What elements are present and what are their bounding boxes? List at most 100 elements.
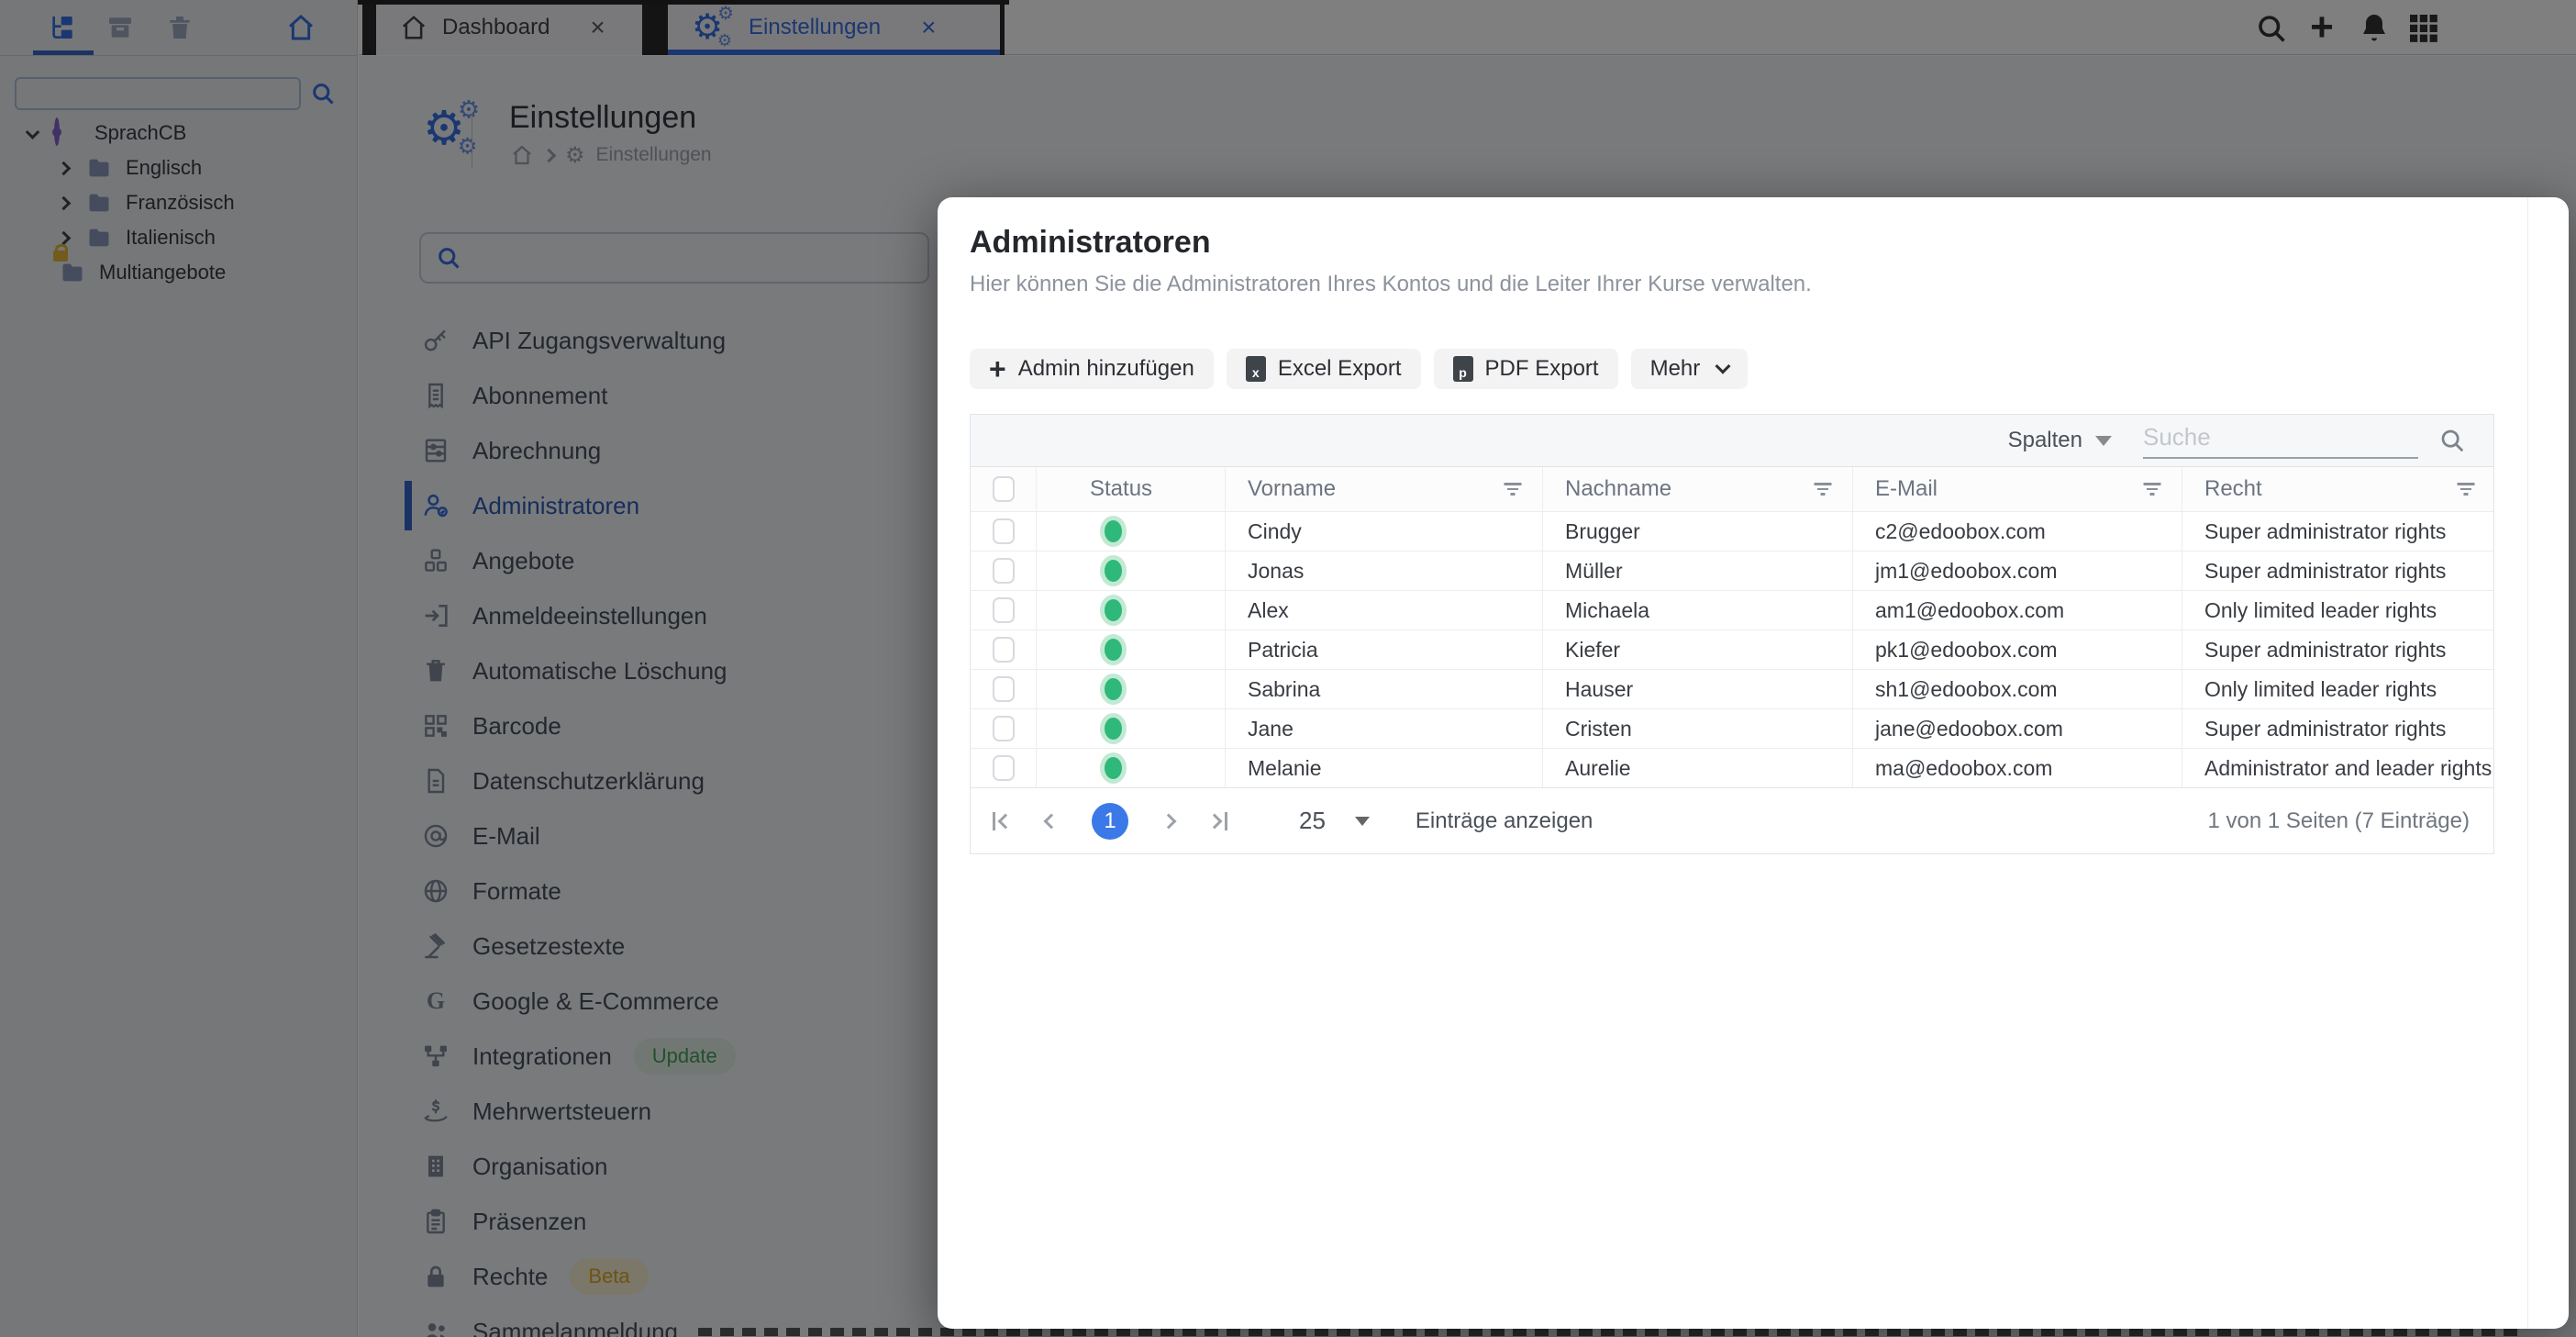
status-active-dot <box>1105 757 1122 779</box>
select-all-cell <box>971 467 1036 511</box>
row-select-cell <box>971 749 1036 787</box>
vorname-cell: Alex <box>1225 591 1542 630</box>
status-active-dot <box>1105 560 1122 582</box>
drawer-content: Administratoren Hier können Sie die Admi… <box>970 225 2494 854</box>
row-checkbox[interactable] <box>993 716 1015 741</box>
administrators-drawer: Administratoren Hier können Sie die Admi… <box>938 197 2569 1329</box>
status-cell <box>1036 670 1225 708</box>
filter-icon[interactable] <box>1504 483 1522 496</box>
email-cell: jane@edoobox.com <box>1852 709 2182 748</box>
recht-cell: Only limited leader rights <box>2182 670 2495 708</box>
status-cell <box>1036 591 1225 630</box>
first-page-button[interactable] <box>993 812 1011 830</box>
email-cell: sh1@edoobox.com <box>1852 670 2182 708</box>
filter-icon[interactable] <box>2143 483 2161 496</box>
pdf-file-icon: p <box>1453 356 1473 382</box>
current-page-button[interactable]: 1 <box>1092 803 1128 840</box>
screen: Dashboard × ⚙⚙⚙ Einstellungen × + <box>0 0 2576 1337</box>
row-select-cell <box>971 709 1036 748</box>
status-cell <box>1036 709 1225 748</box>
columns-chooser[interactable]: Spalten <box>2008 428 2112 453</box>
email-cell: jm1@edoobox.com <box>1852 552 2182 590</box>
search-icon[interactable] <box>2438 427 2466 454</box>
last-page-button[interactable] <box>1209 812 1227 830</box>
email-cell: am1@edoobox.com <box>1852 591 2182 630</box>
drawer-scrollbar-track[interactable] <box>2527 197 2528 1329</box>
drawer-subtitle: Hier können Sie die Administratoren Ihre… <box>970 272 2494 297</box>
recht-cell: Super administrator rights <box>2182 630 2495 669</box>
column-header-status[interactable]: Status <box>1036 467 1225 511</box>
recht-cell: Super administrator rights <box>2182 552 2495 590</box>
excel-file-icon: x <box>1246 356 1266 382</box>
vorname-cell: Patricia <box>1225 630 1542 669</box>
previous-page-button[interactable] <box>1046 816 1057 827</box>
vorname-cell: Sabrina <box>1225 670 1542 708</box>
button-label: Mehr <box>1650 356 1701 382</box>
status-active-dot <box>1105 718 1122 740</box>
column-label: Nachname <box>1565 476 1671 502</box>
more-button[interactable]: Mehr <box>1631 349 1749 389</box>
pagination: 1 25 Einträge anzeigen 1 von 1 Seiten (7… <box>971 787 2493 853</box>
button-label: PDF Export <box>1485 356 1599 382</box>
table-header-row: Status Vorname Nachname E-Mail Recht <box>971 467 2493 511</box>
status-cell <box>1036 512 1225 551</box>
status-active-dot <box>1105 678 1122 700</box>
page-size-value[interactable]: 25 <box>1299 807 1326 835</box>
search-placeholder: Suche <box>2143 423 2211 457</box>
row-checkbox[interactable] <box>993 755 1015 781</box>
vorname-cell: Cindy <box>1225 512 1542 551</box>
button-label: Excel Export <box>1278 356 1402 382</box>
nachname-cell: Brugger <box>1542 512 1852 551</box>
vorname-cell: Jonas <box>1225 552 1542 590</box>
excel-export-button[interactable]: x Excel Export <box>1227 349 1421 389</box>
page-size-caret-icon[interactable] <box>1355 817 1370 826</box>
table-row[interactable]: Melanie Aurelie ma@edoobox.com Administr… <box>971 748 2493 787</box>
row-checkbox[interactable] <box>993 637 1015 663</box>
email-cell: pk1@edoobox.com <box>1852 630 2182 669</box>
email-cell: ma@edoobox.com <box>1852 749 2182 787</box>
row-checkbox[interactable] <box>993 518 1015 544</box>
column-header-email[interactable]: E-Mail <box>1852 467 2182 511</box>
column-header-nachname[interactable]: Nachname <box>1542 467 1852 511</box>
table-row[interactable]: Alex Michaela am1@edoobox.com Only limit… <box>971 590 2493 630</box>
recht-cell: Administrator and leader rights <box>2182 749 2495 787</box>
table-row[interactable]: Jane Cristen jane@edoobox.com Super admi… <box>971 708 2493 748</box>
email-cell: c2@edoobox.com <box>1852 512 2182 551</box>
table-row[interactable]: Sabrina Hauser sh1@edoobox.com Only limi… <box>971 669 2493 708</box>
row-checkbox[interactable] <box>993 558 1015 584</box>
table-search-input[interactable]: Suche <box>2143 422 2418 459</box>
pdf-export-button[interactable]: p PDF Export <box>1434 349 1618 389</box>
column-header-vorname[interactable]: Vorname <box>1225 467 1542 511</box>
row-select-cell <box>971 591 1036 630</box>
column-header-recht[interactable]: Recht <box>2182 467 2495 511</box>
column-label: E-Mail <box>1875 476 1938 502</box>
table-row[interactable]: Jonas Müller jm1@edoobox.com Super admin… <box>971 551 2493 590</box>
nachname-cell: Müller <box>1542 552 1852 590</box>
row-select-cell <box>971 670 1036 708</box>
toolbar: + Admin hinzufügen x Excel Export p PDF … <box>970 349 2494 389</box>
pagination-summary: 1 von 1 Seiten (7 Einträge) <box>2207 808 2470 834</box>
columns-label: Spalten <box>2008 428 2082 453</box>
status-cell <box>1036 630 1225 669</box>
column-label: Recht <box>2204 476 2262 502</box>
row-checkbox[interactable] <box>993 597 1015 623</box>
select-all-checkbox[interactable] <box>993 476 1015 502</box>
nachname-cell: Aurelie <box>1542 749 1852 787</box>
nachname-cell: Cristen <box>1542 709 1852 748</box>
filter-icon[interactable] <box>1814 483 1832 496</box>
status-active-dot <box>1105 599 1122 621</box>
admins-table: Spalten Suche Status Vorname <box>970 414 2494 854</box>
filter-icon[interactable] <box>2457 483 2475 496</box>
table-row[interactable]: Patricia Kiefer pk1@edoobox.com Super ad… <box>971 630 2493 669</box>
add-admin-button[interactable]: + Admin hinzufügen <box>970 349 1214 389</box>
row-checkbox[interactable] <box>993 676 1015 702</box>
caret-down-icon <box>2095 436 2112 446</box>
plus-icon: + <box>989 355 1006 383</box>
row-select-cell <box>971 552 1036 590</box>
status-active-dot <box>1105 520 1122 542</box>
button-label: Admin hinzufügen <box>1018 356 1194 382</box>
table-row[interactable]: Cindy Brugger c2@edoobox.com Super admin… <box>971 511 2493 551</box>
next-page-button[interactable] <box>1163 816 1174 827</box>
vorname-cell: Melanie <box>1225 749 1542 787</box>
table-body: Cindy Brugger c2@edoobox.com Super admin… <box>971 511 2493 787</box>
